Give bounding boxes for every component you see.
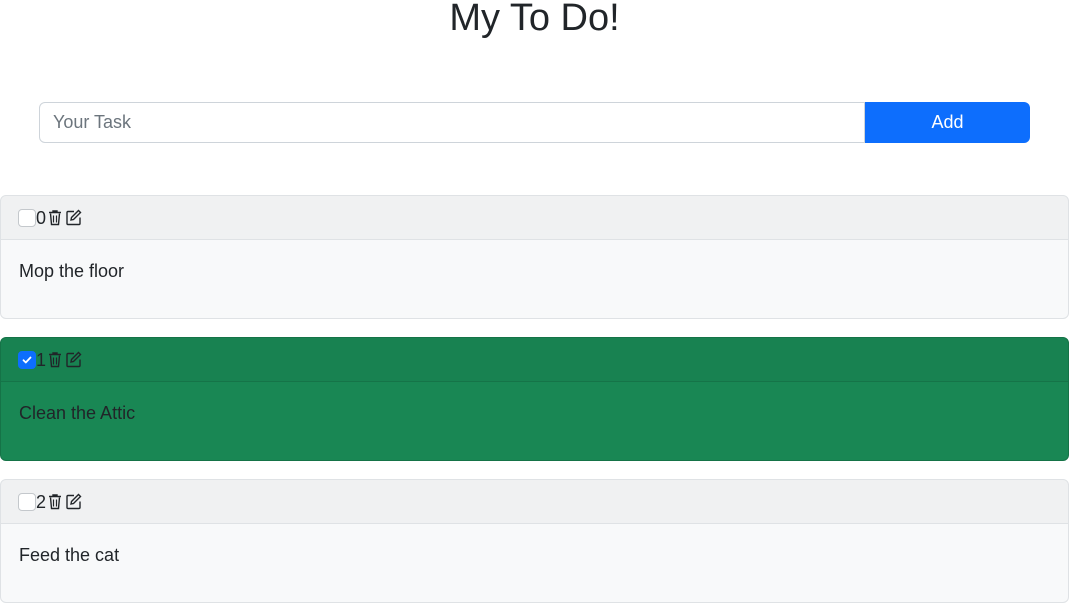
trash-icon[interactable] [46, 493, 64, 511]
task-text: Mop the floor [19, 261, 125, 281]
task-text: Clean the Attic [19, 403, 136, 423]
task-card-header: 0 [1, 196, 1068, 240]
edit-icon[interactable] [64, 351, 82, 369]
add-task-form: Add [39, 102, 1030, 143]
task-card: 1 Clean the Attic [0, 337, 1069, 461]
task-input[interactable] [39, 102, 865, 143]
check-icon [22, 356, 32, 363]
task-card: 2 Feed the cat [0, 479, 1069, 603]
task-index: 2 [36, 491, 47, 512]
trash-icon[interactable] [46, 351, 64, 369]
task-text: Feed the cat [19, 545, 120, 565]
task-checkbox[interactable] [18, 208, 36, 227]
add-button[interactable]: Add [865, 102, 1030, 143]
edit-icon[interactable] [64, 209, 82, 227]
task-checkbox[interactable] [18, 350, 36, 369]
task-index: 1 [36, 349, 47, 370]
task-card-header: 2 [1, 480, 1068, 524]
page-title: My To Do! [449, 0, 620, 39]
trash-icon[interactable] [46, 209, 64, 227]
task-card: 0 Mop the floor [0, 195, 1069, 319]
task-checkbox[interactable] [18, 492, 36, 511]
edit-icon[interactable] [64, 493, 82, 511]
task-index: 0 [36, 207, 47, 228]
task-card-header: 1 [1, 338, 1068, 382]
